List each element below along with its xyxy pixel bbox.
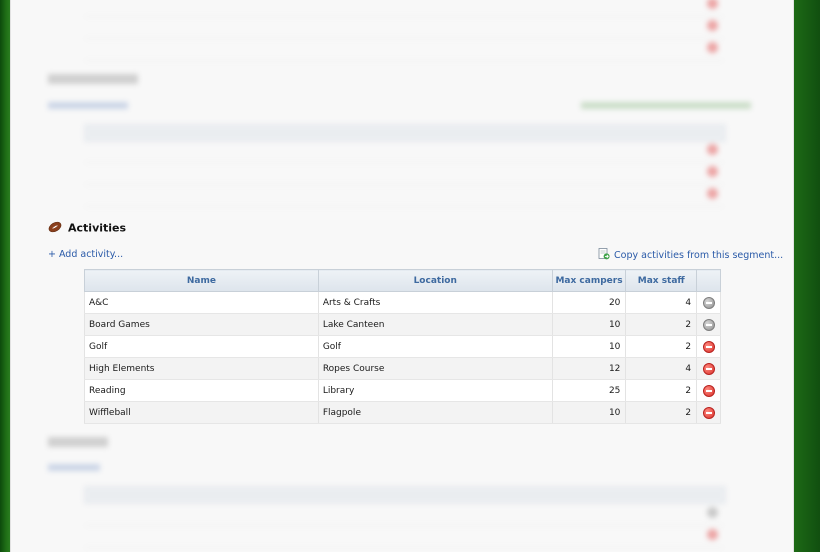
table-row[interactable]: High Elements Ropes Course 12 4 [84,357,721,380]
activity-location: Library [318,379,553,402]
football-icon [48,221,62,236]
copy-activities-link[interactable]: Copy activities from this segment... [598,248,783,263]
activity-name: High Elements [84,357,319,380]
activity-max-staff: 2 [625,335,698,358]
activity-max-campers: 12 [552,357,627,380]
activity-location: Arts & Crafts [318,291,553,314]
activity-name: Reading [84,379,319,402]
table-row[interactable]: A&C Arts & Crafts 20 4 [84,291,721,314]
column-header-max-campers[interactable]: Max campers [551,269,627,292]
activity-location: Ropes Course [318,357,553,380]
column-header-location[interactable]: Location [317,269,553,292]
activity-max-campers: 10 [552,335,627,358]
activity-max-campers: 20 [552,291,627,314]
table-row[interactable]: Reading Library 25 2 [84,379,721,402]
activity-max-staff: 2 [625,379,698,402]
activities-table-body: A&C Arts & Crafts 20 4 Board Games Lake … [84,291,721,424]
activity-max-campers: 25 [552,379,627,402]
table-row[interactable]: Board Games Lake Canteen 10 2 [84,313,721,336]
add-activity-link[interactable]: + Add activity... [48,249,123,260]
activity-max-staff: 4 [625,357,698,380]
activity-max-staff: 2 [625,313,698,336]
activity-location: Flagpole [318,401,553,424]
activity-name: Golf [84,335,319,358]
column-header-name[interactable]: Name [84,269,319,292]
column-header-max-staff[interactable]: Max staff [625,269,698,292]
activities-section-title: Activities [48,221,126,236]
table-row[interactable]: Wiffleball Flagpole 10 2 [84,401,721,424]
activity-max-campers: 10 [552,401,627,424]
page-content: Activities + Add activity... Copy activi… [10,0,794,552]
remove-circle-icon[interactable] [702,296,715,309]
activity-location: Golf [318,335,553,358]
activities-title-text: Activities [68,221,127,235]
remove-circle-icon[interactable] [702,318,715,331]
activity-location: Lake Canteen [318,313,553,336]
remove-circle-icon[interactable] [702,340,715,353]
activity-max-campers: 10 [552,313,627,336]
copy-activities-label: Copy activities from this segment... [614,250,784,261]
table-row[interactable]: Golf Golf 10 2 [84,335,721,358]
activity-name: Board Games [84,313,319,336]
activity-name: A&C [84,291,319,314]
copy-document-icon [598,248,610,263]
remove-circle-icon[interactable] [702,406,715,419]
activities-table: Name Location Max campers Max staff A&C … [84,269,721,424]
column-header-actions [696,269,721,292]
activity-max-staff: 4 [625,291,698,314]
remove-circle-icon[interactable] [702,384,715,397]
activity-max-staff: 2 [625,401,698,424]
remove-circle-icon[interactable] [702,362,715,375]
table-header-row: Name Location Max campers Max staff [84,269,721,292]
activity-name: Wiffleball [84,401,319,424]
